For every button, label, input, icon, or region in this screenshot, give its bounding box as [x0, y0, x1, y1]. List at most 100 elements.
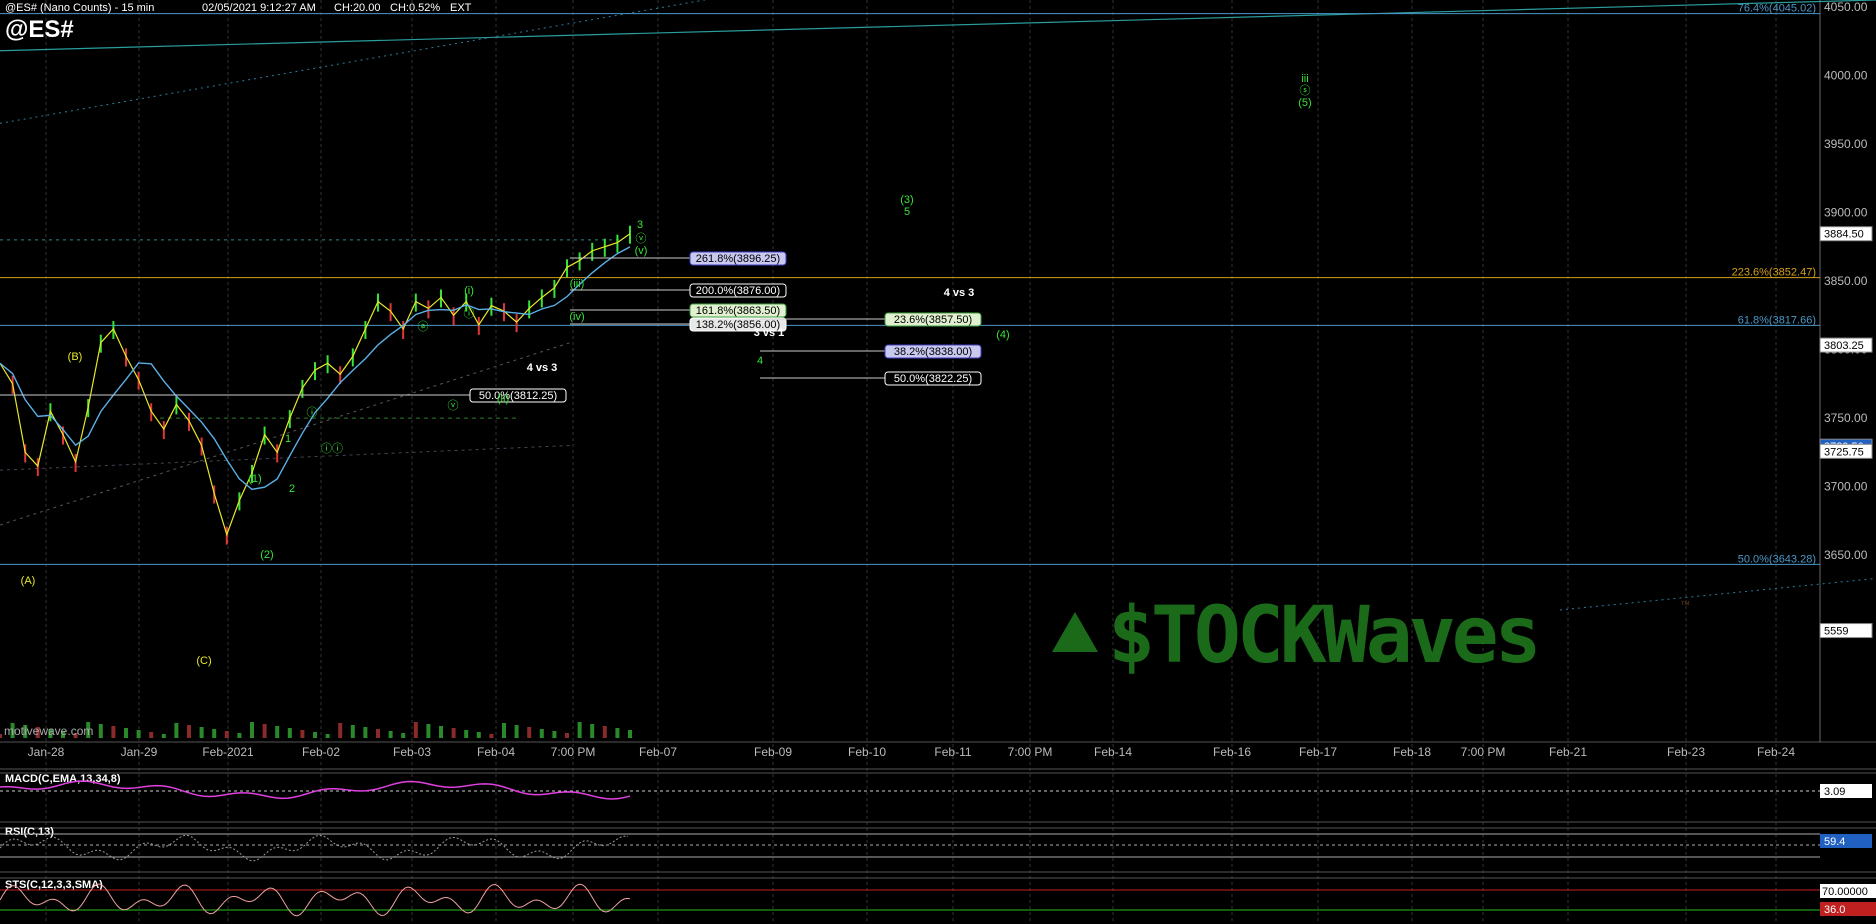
volume-bar: [161, 734, 166, 738]
change-percent: CH:0.52%: [390, 2, 441, 14]
price-line: [0, 233, 631, 537]
x-tick-label: Feb-02: [302, 745, 340, 759]
price-tag: 3803.25: [1824, 340, 1864, 352]
wave-label: ⓥ: [448, 399, 459, 412]
rsi-value: 59.4: [1824, 836, 1845, 848]
volume-bar: [514, 725, 519, 738]
fib-level-label: 223.6%(3852.47): [1732, 267, 1816, 279]
wave-label: 2: [289, 483, 295, 495]
price-tag: 5559: [1824, 626, 1848, 638]
wave-label: (iv): [569, 311, 584, 323]
x-tick-label: Feb-17: [1299, 745, 1337, 759]
wave-label: (ii): [497, 393, 509, 405]
wave-label: 4: [757, 355, 763, 367]
volume-bar: [502, 723, 506, 738]
fib-box-label: 50.0%(3822.25): [894, 373, 972, 385]
wave-label: iii: [1301, 73, 1308, 85]
volume-bar: [350, 725, 355, 738]
fib-box-label: 50.0%(3812.25): [479, 390, 557, 402]
fib-box-label: 23.6%(3857.50): [894, 314, 972, 326]
x-tick-label: 7:00 PM: [551, 745, 596, 759]
volume-bar: [174, 723, 179, 738]
volume-bar: [539, 729, 544, 738]
macd-value: 3.09: [1824, 786, 1845, 798]
wave-label: (5): [1298, 97, 1311, 109]
price-tag: 3725.75: [1824, 446, 1864, 458]
x-tick-label: Feb-24: [1757, 745, 1795, 759]
wave-label: ⓐ: [418, 320, 429, 333]
trend-line: [0, 0, 708, 124]
x-tick-label: Jan-28: [28, 745, 65, 759]
fib-box-label: 161.8%(3863.50): [696, 305, 780, 317]
wave-label: (C): [196, 655, 211, 667]
sts-value-bottom: 36.0: [1824, 904, 1845, 916]
volume-bar: [187, 725, 191, 738]
price-tick-label: 3850.00: [1824, 274, 1868, 288]
volume-bar: [237, 733, 242, 738]
x-tick-label: 7:00 PM: [1461, 745, 1506, 759]
volume-bar: [338, 723, 343, 738]
rsi-label: RSI(C,13): [5, 826, 54, 838]
x-tick-label: Feb-21: [1549, 745, 1587, 759]
logo-trademark: ™: [1680, 600, 1690, 611]
x-tick-label: Feb-11: [934, 745, 971, 759]
wave-label: ⓘⓘ: [321, 442, 343, 455]
price-chart[interactable]: Jan-28 Jan-29 Feb-2021 Feb-02 Feb-03 Feb-04 7:…: [0, 0, 1876, 924]
x-tick-label: Feb-16: [1213, 745, 1251, 759]
wave-label: (iii): [570, 278, 585, 290]
volume-bar: [565, 733, 569, 738]
volume-bar: [577, 722, 582, 738]
volume-bar: [413, 722, 418, 738]
price-tick-label: 4050.00: [1824, 0, 1868, 14]
volume-bar: [224, 731, 229, 738]
symbol-label: @ES#: [5, 16, 74, 43]
volume-bar: [300, 730, 305, 738]
wave-label: ⓥ: [636, 232, 647, 245]
wave-label: 4 vs 3: [944, 287, 975, 299]
volume-bar: [212, 729, 217, 738]
trend-line: [1559, 577, 1876, 611]
wave-label: (A): [21, 575, 36, 587]
volume-bar: [552, 731, 557, 738]
x-tick-label: Jan-29: [121, 745, 158, 759]
volume-bar: [0, 734, 2, 738]
price-tick-label: 3650.00: [1824, 548, 1868, 562]
fib-box-label: 200.0%(3876.00): [696, 285, 780, 297]
x-tick-label: Feb-14: [1094, 745, 1132, 759]
x-tick-label: Feb-04: [477, 745, 515, 759]
wave-label: ⓘ: [307, 406, 318, 419]
volume-bar: [287, 728, 292, 738]
fib-box-label: 38.2%(3838.00): [894, 346, 972, 358]
wave-label: (2): [260, 549, 273, 561]
wave-label: (i): [464, 285, 474, 297]
fib-level-label: 61.8%(3817.66): [1738, 314, 1816, 326]
x-tick-label: 7:00 PM: [1008, 745, 1053, 759]
volume-bar: [275, 726, 280, 738]
volume-bar: [98, 724, 103, 738]
volume-bar: [376, 729, 380, 738]
watermark-source: motivewave.com: [4, 724, 93, 738]
wave-label: (4): [996, 329, 1009, 341]
sts-value-top: 70.00000: [1822, 886, 1868, 898]
volume-bar: [401, 733, 406, 738]
x-tick-label: Feb-07: [639, 745, 677, 759]
wave-label: 4 vs 3: [527, 362, 558, 374]
volume-bar: [476, 732, 481, 738]
wave-label: 3 vs 1: [754, 327, 785, 339]
change-value: CH:20.00: [334, 2, 381, 14]
volume-bar: [199, 727, 204, 738]
volume-bar: [262, 724, 267, 738]
price-tick-label: 4000.00: [1824, 68, 1868, 82]
wave-label: (1): [248, 473, 261, 485]
fib-box-label: 261.8%(3896.25): [696, 253, 780, 265]
volume-bar: [325, 734, 330, 738]
volume-bar: [124, 728, 128, 738]
price-tick-label: 3750.00: [1824, 411, 1868, 425]
wave-label: ⓢ: [1300, 84, 1311, 97]
wave-label: 5: [904, 206, 910, 218]
wave-label: 1: [285, 433, 291, 445]
volume-bar: [590, 724, 595, 738]
wave-label: (3): [900, 194, 913, 206]
price-tick-label: 3950.00: [1824, 137, 1868, 151]
x-tick-label: Feb-03: [393, 745, 431, 759]
